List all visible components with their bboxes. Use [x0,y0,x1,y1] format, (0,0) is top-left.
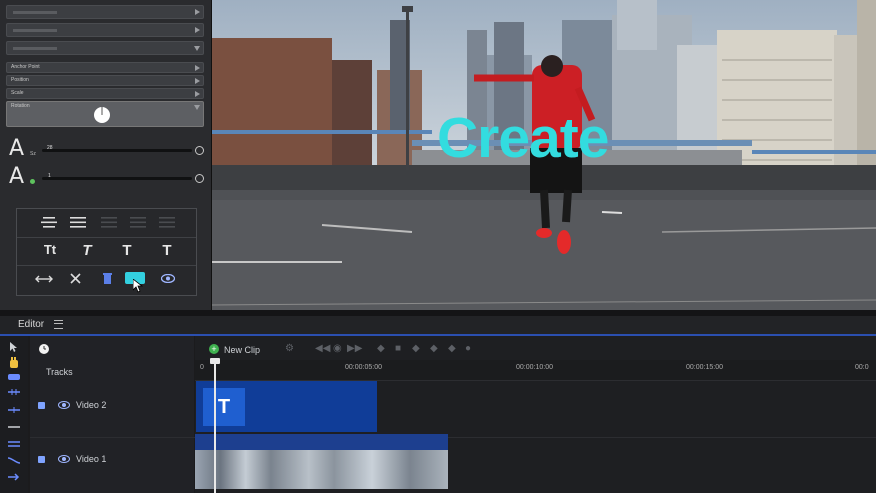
spacing-indicator-icon [30,179,35,184]
razor-tool-icon[interactable] [8,373,20,381]
rotation-label: Rotation [11,103,30,109]
align-distribute-icon[interactable] [159,217,175,228]
align-justify-icon[interactable] [70,217,86,228]
font-size-sub-label: Sz [30,151,36,157]
select-tool-icon[interactable] [10,342,18,352]
spacing-icon: A [9,164,25,189]
rotation-dial-icon[interactable] [93,106,111,124]
collapsed-row[interactable] [6,5,204,19]
expand-arrow-icon[interactable] [195,91,200,97]
keyframe-add-icon[interactable]: ◆ [430,343,438,354]
small-caps-button[interactable]: Tt [39,242,61,257]
fast-forward-icon[interactable]: ▶▶ [347,343,362,354]
tracks-label: Tracks [46,367,73,377]
anchor-point-label: Anchor Point [11,64,40,70]
time-ruler[interactable]: 0 00:00:05:00 00:00:10:00 00:00:15:00 00… [195,360,876,381]
text-style-row: Tt T T T [17,237,196,266]
collapse-arrow-icon[interactable] [194,105,200,110]
ruler-tick-label: 00:00:15:00 [686,364,723,371]
ruler-tick-label: 0 [200,364,204,371]
mouse-cursor-icon [133,279,143,293]
collapsed-row[interactable] [6,23,204,37]
close-icon[interactable] [70,273,81,284]
text-format-panel: Tt T T T [16,208,197,296]
hamburger-menu-icon[interactable] [54,320,63,329]
timeline-tool-strip [0,336,28,493]
new-clip-button[interactable]: New Clip [224,345,260,355]
scale-label: Scale [11,90,24,96]
alignment-row [17,209,196,238]
eye-icon[interactable] [58,455,70,463]
lock-icon[interactable] [38,402,45,409]
clock-icon[interactable] [38,343,50,355]
bold-button[interactable]: T [117,242,137,259]
ruler-tick-label: 00:00:10:00 [516,364,553,371]
info-icon[interactable]: ● [465,343,471,354]
keyframe-next-icon[interactable]: ◆ [448,343,456,354]
text-overlay-caption[interactable]: Create [437,105,609,171]
ruler-tick-label: 00:0 [855,364,869,371]
lock-icon[interactable] [38,456,45,463]
text-clip-thumbnail-icon: T [203,388,245,426]
eye-icon[interactable] [161,274,175,283]
collapsed-row[interactable] [6,41,204,55]
align-center-icon[interactable] [41,217,57,228]
keyframe-prev-icon[interactable]: ◆ [412,343,420,354]
scale-row[interactable]: Scale [6,88,204,99]
stretch-icon[interactable] [35,275,53,283]
position-row[interactable]: Position [6,75,204,86]
roll-tool-icon[interactable] [8,407,20,413]
shadow-button[interactable]: T [157,242,177,259]
spacing-reset-icon[interactable] [195,174,204,183]
track-name: Video 2 [76,400,107,410]
track-name: Video 1 [76,454,107,464]
ripple-tool-icon[interactable] [8,389,20,395]
playhead-handle[interactable] [210,358,220,364]
trash-icon[interactable] [103,272,112,284]
rewind-icon[interactable]: ◀◀ [315,343,330,354]
curve-tool-icon[interactable] [8,456,20,465]
settings-icon[interactable]: ⚙ [285,343,294,354]
track-row-video-2[interactable]: Video 2 [30,381,876,438]
expand-arrow-icon[interactable] [195,27,200,33]
rotation-row[interactable]: Rotation [6,101,204,127]
editor-tab-bar [0,316,876,336]
track-row-video-1[interactable]: Video 1 [30,437,876,493]
slide-tool-icon[interactable] [8,440,20,448]
spacing-value: 1 [48,173,51,179]
timeline-toolbar: + New Clip ⚙ ◀◀ ◉ ▶▶ ◆ ■ ◆ ◆ ◆ ● [195,338,876,360]
collapse-arrow-icon[interactable] [194,46,200,51]
text-actions-row [17,265,196,293]
expand-arrow-icon[interactable] [195,65,200,71]
record-icon[interactable]: ◉ [333,343,342,354]
expand-arrow-icon[interactable] [195,9,200,15]
font-size-icon: A [9,136,25,161]
slip-tool-icon[interactable] [8,424,20,430]
expand-arrow-icon[interactable] [195,78,200,84]
tab-editor[interactable]: Editor [18,319,44,330]
stop-icon[interactable]: ■ [395,343,401,354]
font-size-value: 28 [47,145,53,151]
anchor-point-row[interactable]: Anchor Point [6,62,204,73]
ruler-tick-label: 00:00:05:00 [345,364,382,371]
font-size-slider[interactable] [42,149,192,152]
hand-tool-icon[interactable] [9,357,19,368]
italic-button[interactable]: T [77,242,97,259]
add-clip-icon[interactable]: + [209,344,219,354]
video-preview[interactable]: Create [212,0,876,310]
position-label: Position [11,77,29,83]
keyframe-icon[interactable]: ◆ [377,343,385,354]
spacing-slider[interactable] [42,177,192,180]
video-clip-thumbnails [195,450,448,489]
zoom-tool-icon[interactable] [8,473,20,481]
eye-icon[interactable] [58,401,70,409]
font-size-reset-icon[interactable] [195,146,204,155]
align-right-icon[interactable] [130,217,146,228]
align-left-icon[interactable] [101,217,117,228]
playhead[interactable] [214,360,216,493]
